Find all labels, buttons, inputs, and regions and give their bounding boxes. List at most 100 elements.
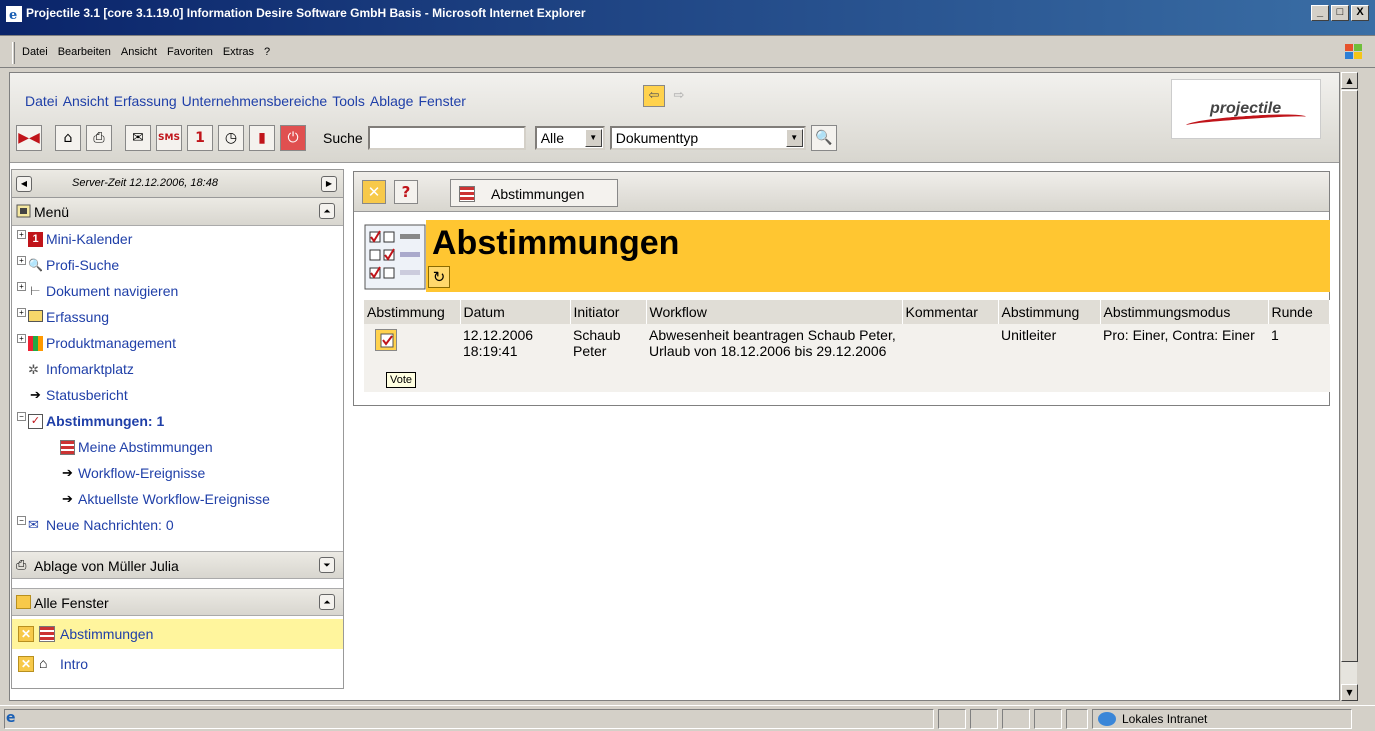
- ie-menu-datei[interactable]: Datei: [22, 46, 48, 58]
- doctype-select[interactable]: Dokumenttyp ▼: [609, 126, 806, 150]
- column-header[interactable]: Abstimmung: [998, 300, 1101, 324]
- expand-icon[interactable]: +: [17, 282, 26, 291]
- tooltip: Vote: [386, 372, 417, 388]
- expand-icon[interactable]: +: [17, 230, 26, 239]
- back-arrow-icon[interactable]: ⇦: [643, 85, 665, 107]
- collapse-icon[interactable]: ⏶: [319, 203, 335, 219]
- expand-down-icon[interactable]: ⏷: [319, 557, 335, 573]
- ie-menu-ansicht[interactable]: Ansicht: [121, 46, 157, 58]
- app-menu-fenster[interactable]: Fenster: [418, 93, 465, 109]
- app-menu-unternehmensbereiche[interactable]: Unternehmensbereiche: [182, 93, 328, 109]
- close-window-icon[interactable]: ✕: [18, 656, 34, 672]
- vote-button-icon[interactable]: [375, 329, 397, 351]
- close-icon[interactable]: ✕: [362, 180, 386, 204]
- scroll-up-icon[interactable]: ▲: [1341, 72, 1358, 89]
- refresh-icon[interactable]: ↻: [428, 266, 450, 288]
- tree-item-label: Abstimmungen: 1: [46, 413, 165, 429]
- clock-icon[interactable]: ◷: [218, 125, 244, 151]
- tree-item-mini-kalender[interactable]: + 1 Mini-Kalender: [12, 227, 343, 253]
- ie-menu-help[interactable]: ?: [264, 46, 270, 58]
- app-menu-ansicht[interactable]: Ansicht: [63, 93, 109, 109]
- tree-item-infomarktplatz[interactable]: ✲ Infomarktplatz: [12, 357, 343, 383]
- cell-modus: Pro: Einer, Contra: Einer: [1100, 324, 1268, 392]
- column-header[interactable]: Kommentar: [902, 300, 999, 324]
- app-menu-tools[interactable]: Tools: [332, 93, 365, 109]
- collapse-icon[interactable]: −: [17, 516, 26, 525]
- expand-icon[interactable]: +: [17, 256, 26, 265]
- tree-item-produktmanagement[interactable]: + Produktmanagement: [12, 331, 343, 357]
- sms-icon[interactable]: SMS: [156, 125, 182, 151]
- windows-panel-header[interactable]: Alle Fenster ⏶: [12, 588, 343, 616]
- close-button[interactable]: X: [1351, 5, 1369, 21]
- collapse-icon[interactable]: −: [17, 412, 26, 421]
- tree-item-label: Produktmanagement: [46, 335, 176, 351]
- forward-arrow-icon[interactable]: ⇨: [668, 85, 690, 107]
- scroll-down-icon[interactable]: ▼: [1341, 684, 1358, 701]
- tree-item-label: Erfassung: [46, 309, 110, 325]
- close-window-icon[interactable]: ✕: [18, 626, 34, 642]
- scroll-thumb[interactable]: [1341, 90, 1358, 662]
- help-icon[interactable]: ?: [394, 180, 418, 204]
- tab-label: Abstimmungen: [491, 186, 585, 202]
- minimize-button[interactable]: _: [1311, 5, 1329, 21]
- menu-title: Menü: [34, 204, 70, 220]
- tree-icon: ⊢: [30, 284, 41, 298]
- status-pane: [1002, 709, 1030, 729]
- tree-item-aktuellste-workflow-ereignisse[interactable]: ➔ Aktuellste Workflow-Ereignisse: [12, 487, 343, 513]
- scope-select[interactable]: Alle ▼: [534, 126, 605, 150]
- windows-title: Alle Fenster: [34, 595, 109, 611]
- right-arrow-icon[interactable]: ▶: [321, 176, 337, 192]
- search-icon[interactable]: 🔍: [810, 125, 837, 151]
- collapse-icon[interactable]: ⏶: [319, 594, 335, 610]
- print-icon[interactable]: ⎙: [86, 125, 112, 151]
- calendar-icon[interactable]: 1: [187, 125, 213, 151]
- tree-item-abstimmungen[interactable]: − ✓ Abstimmungen: 1: [12, 409, 343, 435]
- chevron-down-icon[interactable]: ▼: [584, 129, 602, 147]
- tree-item-workflow-ereignisse[interactable]: ➔ Workflow-Ereignisse: [12, 461, 343, 487]
- content-toolbar: ✕ ? Abstimmungen: [354, 172, 1329, 212]
- tree-item-profi-suche[interactable]: + 🔍 Profi-Suche: [12, 253, 343, 279]
- tree-item-neue-nachrichten[interactable]: − ✉ Neue Nachrichten: 0: [12, 513, 343, 539]
- search-input[interactable]: [367, 126, 526, 150]
- window-item-intro[interactable]: ✕ ⌂ Intro: [12, 649, 343, 679]
- left-arrow-icon[interactable]: ◀: [16, 176, 32, 192]
- vertical-scrollbar[interactable]: ▲ ▼: [1340, 72, 1358, 701]
- mail-icon[interactable]: ✉: [125, 125, 151, 151]
- bookmark-icon[interactable]: ▮: [249, 125, 275, 151]
- tab-abstimmungen[interactable]: Abstimmungen: [450, 179, 618, 207]
- app-menu-ablage[interactable]: Ablage: [370, 93, 414, 109]
- tree-item-label: Dokument navigieren: [46, 283, 179, 299]
- ablage-panel-header[interactable]: ⎙ Ablage von Müller Julia ⏷: [12, 551, 343, 579]
- inbox-icon: ⎙: [16, 557, 27, 572]
- exit-icon[interactable]: ▶◀: [16, 125, 42, 151]
- window-item-abstimmungen[interactable]: ✕ Abstimmungen: [12, 619, 343, 649]
- ablage-title: Ablage von Müller Julia: [34, 558, 179, 574]
- tree-item-erfassung[interactable]: + Erfassung: [12, 305, 343, 331]
- column-header[interactable]: Abstimmungsmodus: [1100, 300, 1269, 324]
- menu-icon: [16, 204, 31, 218]
- tree-item-statusbericht[interactable]: ➔ Statusbericht: [12, 383, 343, 409]
- windows-icon: [16, 595, 31, 609]
- window-title: Projectile 3.1 [core 3.1.19.0] Informati…: [26, 6, 586, 20]
- ie-menu-bearbeiten[interactable]: Bearbeiten: [58, 46, 111, 58]
- title-bar: e Projectile 3.1 [core 3.1.19.0] Informa…: [0, 0, 1375, 36]
- maximize-button[interactable]: □: [1331, 5, 1349, 21]
- column-header[interactable]: Runde: [1268, 300, 1330, 324]
- home-icon[interactable]: ⌂: [55, 125, 81, 151]
- column-header[interactable]: Workflow: [646, 300, 903, 324]
- menu-panel-header[interactable]: Menü ⏶: [12, 198, 343, 226]
- app-menu-erfassung[interactable]: Erfassung: [114, 93, 177, 109]
- ie-menu-favoriten[interactable]: Favoriten: [167, 46, 213, 58]
- app-menu-datei[interactable]: Datei: [25, 93, 58, 109]
- arrow-icon: ➔: [30, 387, 41, 402]
- expand-icon[interactable]: +: [17, 334, 26, 343]
- power-icon[interactable]: ⏻: [280, 125, 306, 151]
- ie-menu-extras[interactable]: Extras: [223, 46, 254, 58]
- tree-item-dokument-navigieren[interactable]: + ⊢ Dokument navigieren: [12, 279, 343, 305]
- column-header[interactable]: Initiator: [570, 300, 647, 324]
- column-header[interactable]: Abstimmung: [364, 300, 461, 324]
- expand-icon[interactable]: +: [17, 308, 26, 317]
- column-header[interactable]: Datum: [460, 300, 571, 324]
- tree-item-meine-abstimmungen[interactable]: Meine Abstimmungen: [12, 435, 343, 461]
- chevron-down-icon[interactable]: ▼: [785, 129, 803, 147]
